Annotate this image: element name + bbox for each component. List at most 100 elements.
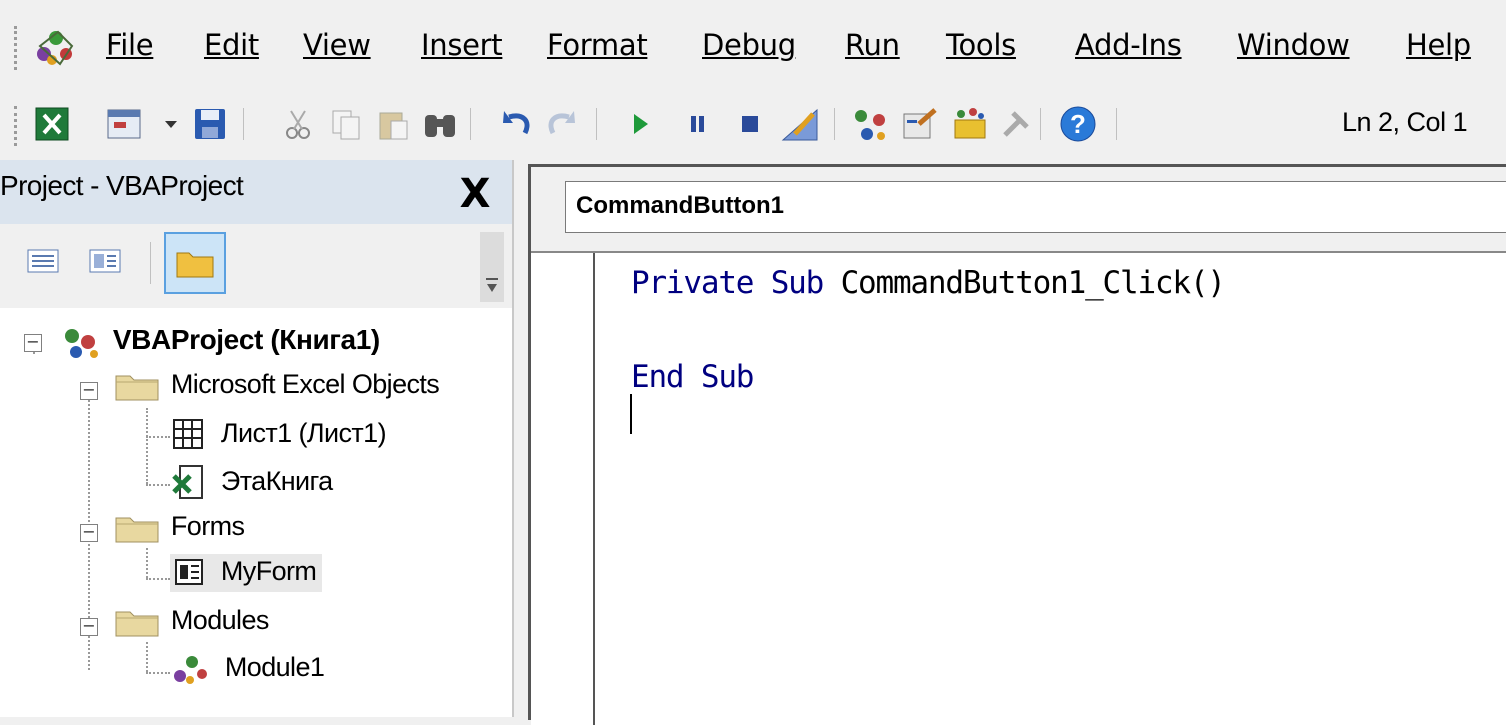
tree-item-module1[interactable]: Module1 [170,650,325,688]
toolbox-icon[interactable] [996,104,1036,144]
tree-line [146,548,148,578]
workbook-icon [172,465,203,499]
properties-icon[interactable] [900,104,940,144]
folder-icon [115,611,159,637]
menu-add-ins[interactable]: Add-Ins [1075,28,1182,62]
tree-item-label: ЭтаКнига [220,466,333,497]
menu-insert[interactable]: Insert [421,28,503,62]
cursor-position-status: Ln 2, Col 1 [1342,107,1468,137]
vba-app-icon[interactable] [30,24,80,70]
toolbar-separator [834,108,835,140]
menu-file-label: File [106,28,154,62]
code-keyword: Private Sub [631,265,824,301]
code-editor[interactable]: Private Sub CommandButton1_Click() End S… [531,251,1506,725]
tree-folder-label: Microsoft Excel Objects [170,369,440,400]
save-icon[interactable] [190,104,230,144]
menu-debug-label: Debug [702,28,796,62]
redo-icon[interactable] [540,104,580,144]
help-icon[interactable]: ? [1058,104,1098,144]
break-icon[interactable] [678,104,718,144]
code-line-1: Private Sub CommandButton1_Click() [631,265,1226,301]
excel-icon[interactable] [32,104,72,144]
toolbar-separator [243,108,244,140]
tree-item-label: MyForm [220,556,317,587]
project-pane-toolbar [0,224,512,308]
reset-icon[interactable] [730,104,770,144]
toolbar-separator [1040,108,1041,140]
paste-icon[interactable] [374,104,414,144]
toolbar-separator [470,108,471,140]
module-icon [174,656,207,684]
tree-item-myform[interactable]: MyForm [170,554,323,592]
tree-line [146,436,170,438]
menu-insert-label: Insert [421,28,503,62]
menu-format-label: Format [547,28,648,62]
project-pane-header: Project - VBAProject X [0,160,512,224]
cut-icon[interactable] [278,104,318,144]
tree-line [146,408,148,484]
scrollbar[interactable] [480,232,504,302]
menu-edit[interactable]: Edit [204,28,259,62]
menu-view[interactable]: View [303,28,371,62]
text-caret [630,394,632,434]
tree-line [146,578,170,580]
design-mode-icon[interactable] [780,104,820,144]
tree-item-sheet1[interactable]: Лист1 (Лист1) [170,416,387,454]
menu-file[interactable]: File [106,28,154,62]
menu-window-label: Window [1237,28,1350,62]
close-button[interactable]: X [452,171,498,217]
tree-item-thisworkbook[interactable]: ЭтаКнига [170,464,333,502]
menu-debug[interactable]: Debug [702,28,796,62]
insert-userform-icon[interactable] [104,104,144,144]
folder-icon [115,375,159,401]
collapse-toggle[interactable]: − [80,382,98,400]
tree-root[interactable]: VBAProject (Книга1) [58,322,380,362]
collapse-toggle[interactable]: − [80,524,98,542]
tree-folder-modules[interactable]: Modules [112,604,269,640]
code-line-3: End Sub [631,359,754,395]
object-dropdown[interactable]: CommandButton1 [565,181,1506,233]
menu-add-ins-label: Add-Ins [1075,28,1182,62]
project-tree: − VBAProject (Книга1) − Microsoft Excel … [0,308,512,717]
tree-item-label: Module1 [224,652,325,683]
menu-edit-label: Edit [204,28,259,62]
menu-window[interactable]: Window [1237,28,1350,62]
tree-item-label: Лист1 (Лист1) [220,418,387,449]
menu-tools-label: Tools [946,28,1016,62]
toolbar-separator [150,242,151,284]
collapse-toggle[interactable]: − [80,618,98,636]
worksheet-icon [173,419,203,449]
collapse-toggle[interactable]: − [24,334,42,352]
run-icon[interactable] [620,104,660,144]
menu-grip[interactable] [14,26,21,70]
view-code-icon[interactable] [22,240,64,282]
dropdown-arrow-icon[interactable] [160,104,182,144]
tree-line [146,672,170,674]
find-icon[interactable] [420,104,460,144]
menu-tools[interactable]: Tools [946,28,1016,62]
tree-folder-label: Forms [170,511,245,542]
tree-folder-forms[interactable]: Forms [112,510,245,546]
menu-run[interactable]: Run [845,28,900,62]
object-dropdown-value: CommandButton1 [576,192,784,219]
toolbar-separator [596,108,597,140]
code-window: CommandButton1 Private Sub CommandButton… [528,164,1506,725]
tree-root-label: VBAProject (Книга1) [112,324,380,356]
menu-format[interactable]: Format [547,28,648,62]
copy-icon[interactable] [326,104,366,144]
object-browser-icon[interactable] [950,104,990,144]
toolbar-grip[interactable] [14,106,21,146]
toolbar-separator [1116,108,1117,140]
svg-text:?: ? [1070,109,1086,139]
undo-icon[interactable] [498,104,538,144]
menu-help-label: Help [1406,28,1471,62]
project-explorer-icon[interactable] [850,104,890,144]
userform-icon [175,559,203,585]
menu-run-label: Run [845,28,900,62]
tree-folder-label: Modules [170,605,269,636]
toggle-folders-icon[interactable] [164,232,226,294]
code-margin[interactable] [531,253,595,725]
menu-help[interactable]: Help [1406,28,1471,62]
tree-folder-excel-objects[interactable]: Microsoft Excel Objects [112,368,440,404]
view-object-icon[interactable] [84,240,126,282]
